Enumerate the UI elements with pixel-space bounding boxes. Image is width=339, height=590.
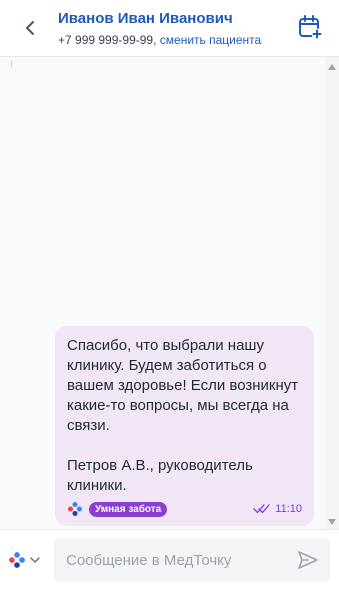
medtochka-logo-icon bbox=[9, 552, 25, 568]
double-check-icon bbox=[253, 504, 270, 514]
patient-name: Иванов Иван Иванович bbox=[58, 10, 233, 27]
calendar-plus-icon bbox=[299, 15, 323, 40]
message-composer bbox=[0, 529, 339, 590]
change-patient-link[interactable]: сменить пациента bbox=[160, 33, 261, 47]
scroll-down-arrow-icon[interactable] bbox=[328, 519, 336, 525]
message-footer: Умная забота 11:10 bbox=[67, 500, 302, 518]
medtochka-logo-icon bbox=[68, 502, 82, 516]
chevron-left-icon bbox=[26, 21, 34, 35]
back-button[interactable] bbox=[18, 16, 42, 40]
patient-phone: +7 999 999-99-99, bbox=[58, 33, 157, 47]
chat-header: Иванов Иван Иванович +7 999 999-99-99, с… bbox=[0, 0, 339, 57]
message-text: Спасибо, что выбрали нашу клинику. Будем… bbox=[67, 337, 299, 494]
channel-select-button[interactable] bbox=[8, 548, 48, 572]
message-input-box bbox=[54, 538, 330, 582]
chat-scrollbar[interactable] bbox=[325, 57, 339, 529]
send-icon bbox=[298, 551, 318, 569]
divider bbox=[11, 60, 12, 68]
message-time: 11:10 bbox=[275, 503, 302, 515]
scroll-up-arrow-icon[interactable] bbox=[328, 64, 336, 70]
smart-care-badge: Умная забота bbox=[89, 501, 168, 517]
message-input[interactable] bbox=[66, 538, 286, 582]
chevron-down-icon bbox=[30, 557, 40, 563]
appointment-button[interactable] bbox=[297, 14, 323, 40]
message-bubble: Спасибо, что выбрали нашу клинику. Будем… bbox=[55, 326, 314, 526]
patient-info: +7 999 999-99-99, сменить пациента bbox=[58, 33, 261, 47]
send-button[interactable] bbox=[296, 548, 320, 572]
